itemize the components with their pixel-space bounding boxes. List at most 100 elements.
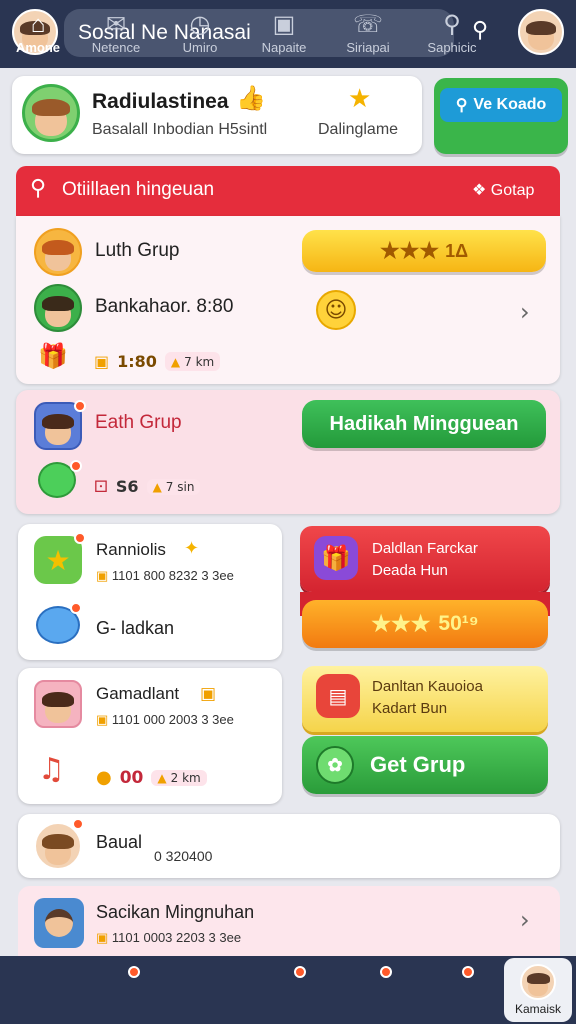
gift-icon: 🎁 (38, 342, 68, 370)
group-name: Gamadlant (96, 684, 180, 703)
notification-badge (70, 602, 82, 614)
notification-badge (72, 818, 84, 830)
star-icon: ★ (348, 84, 372, 114)
rating-bar[interactable]: ★★★ 1Δ (302, 230, 546, 272)
coin-icon: ● (96, 767, 112, 788)
profile-title: Radiulastinea (92, 90, 229, 113)
row-meta: ▣ 1101 0003 2203 3 3ee (96, 930, 241, 946)
notification-badge (70, 460, 82, 472)
reward-line-1: Danltan Kauoioa (372, 678, 483, 695)
coin-icon: ▣ (96, 712, 109, 727)
notification-badge (74, 532, 86, 544)
chip-value: 00 (119, 767, 144, 788)
nav-item-home[interactable]: ⌂ Amone (6, 0, 70, 68)
gift-box-icon: 🎁 (314, 536, 358, 580)
coin-icon: ▣ (96, 930, 109, 945)
rating-text: 50¹⁹ (438, 612, 479, 635)
group-meta-text: 1101 000 2003 3 3ee (111, 712, 234, 727)
nav-label: Siriapai (346, 40, 390, 55)
group-meta-text: 1101 800 8232 3 3ee (111, 568, 234, 583)
top-action-label: Ve Koado (473, 96, 547, 113)
smiley-icon: ☺ (316, 290, 356, 330)
get-group-label: Get Grup (370, 752, 466, 777)
clock-icon: ◷ (189, 11, 211, 38)
chip-value: 1:80 (117, 352, 157, 371)
star-icon: ★★★ (371, 611, 431, 636)
group1-meta: ▣ 1:80 ▲ 7 km (94, 352, 221, 371)
top-action-button[interactable]: ⚲ Ve Koado (434, 78, 568, 154)
star-icon: ★★★ (379, 238, 440, 263)
nav-item-pages[interactable]: ▣ Napaite (252, 0, 316, 68)
reward-line-2: Kadart Bun (372, 700, 448, 717)
weekly-reward-label: Hadikah Mingguean (329, 412, 519, 435)
pin-icon: ▲ (170, 354, 181, 369)
group-meta: ▣ 1101 800 8232 3 3ee (96, 568, 234, 584)
coin-icon: ▣ (94, 352, 110, 371)
nav-item-profile[interactable]: Kamaisk (504, 958, 572, 1022)
profile-avatar (520, 964, 556, 1000)
get-group-button[interactable]: ✿ Get Grup (302, 736, 548, 794)
weekly-reward-button[interactable]: Hadikah Mingguean (302, 400, 546, 448)
notification-badge (380, 966, 392, 978)
nav-label: Saphicic (427, 40, 477, 55)
distance-text: 2 km (170, 770, 201, 785)
section-right-label[interactable]: ❖ Gotap (472, 180, 534, 200)
member-avatar (34, 284, 82, 332)
sparkle-icon: ✦ (184, 538, 200, 559)
nav-label: Umiro (182, 40, 218, 55)
section-title: Otiillaen hingeuan (62, 179, 215, 200)
row-name: Baual (96, 832, 143, 852)
profile-card-avatar (22, 84, 80, 142)
member-name: G- ladkan (96, 618, 175, 638)
member-name: Bankahaor. 8:80 (95, 296, 234, 317)
thumbs-up-icon: 👍 (236, 84, 266, 112)
section-right-text: Gotap (490, 182, 535, 199)
distance-chip: ▲ 7 km (164, 352, 221, 371)
pin-icon: ▲ (152, 479, 162, 494)
pin-icon: ▲ (157, 770, 167, 785)
square-icon: ▣ (272, 11, 296, 38)
nav-label: Kamaisk (514, 1002, 561, 1016)
nav-item-timer[interactable]: ◷ Umiro (168, 0, 232, 68)
distance-chip: ▲ 2 km (151, 769, 207, 786)
row-meta-text: 1101 0003 2203 3 3ee (111, 930, 242, 945)
group-avatar (34, 228, 82, 276)
row-name: Sacikan Mingnuhan (96, 902, 255, 922)
row-meta: 0 320400 (154, 848, 213, 864)
nav-item-search[interactable]: ⚲ Saphicic (420, 0, 484, 68)
profile-right-text: Dalinglame (318, 121, 399, 138)
trophy-icon: ★ (34, 536, 82, 584)
ticket-icon: ▤ (316, 674, 360, 718)
group-name: Ranniolis (96, 540, 166, 559)
row-avatar (34, 898, 84, 948)
profile-subtitle: Basalall Inbodian H5sintl (92, 121, 268, 138)
search-icon: ⚲ (443, 11, 461, 38)
notification-badge (462, 966, 474, 978)
notification-badge (74, 400, 86, 412)
nav-label: Napaite (261, 40, 307, 55)
search-icon: ⚲ (455, 97, 468, 114)
group4-meta: ● 00 ▲ 2 km (96, 767, 207, 788)
tag-icon: ❖ (472, 182, 487, 199)
gift-icon: ▣ (200, 684, 217, 704)
mail-icon: ✉ (105, 11, 127, 38)
nav-item-chat[interactable]: ☏ Siriapai (336, 0, 400, 68)
profile-avatar[interactable] (518, 9, 564, 55)
reward-line-2: Deada Hun (372, 562, 448, 579)
coin-icon: ▣ (96, 568, 109, 583)
nav-item-messages[interactable]: ✉ Netence (84, 0, 148, 68)
bottom-nav (0, 956, 576, 1024)
search-icon[interactable]: ⚲ (30, 176, 46, 201)
group-meta: ▣ 1101 000 2003 3 3ee (96, 712, 234, 728)
distance-chip: ▲ 7 sin (146, 478, 201, 495)
home-icon: ⌂ (30, 11, 46, 38)
rating-button[interactable]: ★★★ 50¹⁹ (302, 600, 548, 648)
nav-label: Netence (91, 40, 141, 55)
chevron-right-icon[interactable]: › (520, 298, 530, 326)
reward-line-1: Daldlan Farckar (372, 540, 478, 557)
chevron-right-icon[interactable]: › (520, 906, 530, 934)
group2-meta: ⚀ S6 ▲ 7 sin (94, 477, 201, 496)
leaf-icon: ✿ (316, 746, 354, 784)
rating-text: 1Δ (445, 240, 469, 261)
group-name: Luth Grup (95, 240, 180, 261)
